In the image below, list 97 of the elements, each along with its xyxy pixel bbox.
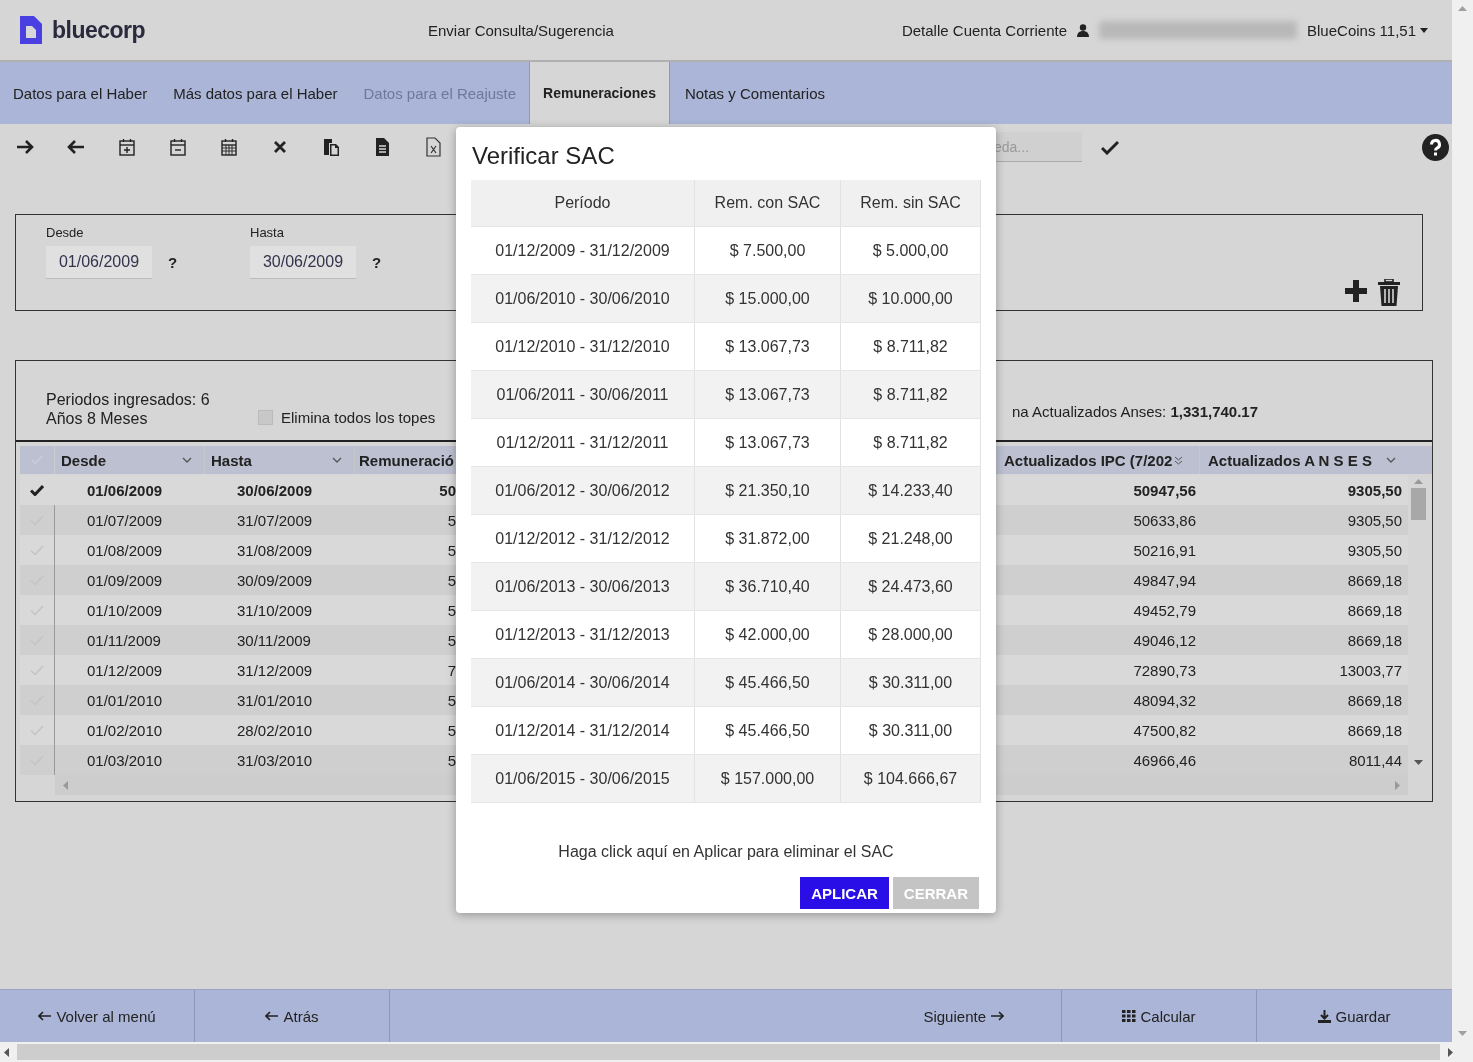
column-header: Período <box>471 180 695 227</box>
table-cell-text: 5 <box>446 571 456 589</box>
table-cell: 01/12/2009 - 31/12/2009 <box>471 226 695 275</box>
table-cell-text: 49452,79 <box>1132 601 1197 619</box>
table-cell-text: 50 <box>438 481 456 499</box>
table-cell: $ 8.711,82 <box>840 370 981 419</box>
table-cell-text: 50947,56 <box>1132 481 1197 499</box>
table-cell-text: 5 <box>446 601 456 619</box>
table-cell: $ 21.350,10 <box>694 466 841 515</box>
table-cell-text: 31/08/2009 <box>236 541 314 559</box>
table-cell-text: 9305,50 <box>1346 541 1403 559</box>
table-cell-text: 30/06/2009 <box>236 481 314 499</box>
table-cell-text: 50633,86 <box>1132 511 1197 529</box>
periods-summary: Periodos ingresados: 6 Años 8 Meses <box>46 390 211 428</box>
table-cell-text: 5 <box>446 751 456 769</box>
table-cell-text: 01/08/2009 <box>86 541 164 559</box>
column-header: Rem. sin SAC <box>840 180 981 227</box>
table-cell: 01/12/2014 - 31/12/2014 <box>471 706 695 755</box>
table-cell-text: 5 <box>446 631 456 649</box>
table-cell: $ 8.711,82 <box>840 322 981 371</box>
table-cell: 01/12/2012 - 31/12/2012 <box>471 514 695 563</box>
table-cell: $ 30.311,00 <box>840 658 981 707</box>
table-cell: $ 36.710,40 <box>694 562 841 611</box>
table-cell-text: 31/03/2010 <box>236 751 314 769</box>
brand-name: bluecorp <box>52 16 146 44</box>
table-cell-text: 01/12/2009 <box>86 661 164 679</box>
table-cell-text: 9305,50 <box>1346 481 1403 499</box>
table-cell-text: 72890,73 <box>1132 661 1197 679</box>
table-cell: $ 45.466,50 <box>694 706 841 755</box>
table-cell: 01/12/2013 - 31/12/2013 <box>471 610 695 659</box>
total-summary: na Actualizados Anses: 1,331,740.17 <box>1012 403 1259 420</box>
table-cell-text: 5 <box>446 511 456 529</box>
table-cell-text: 50216,91 <box>1132 541 1197 559</box>
table-cell: $ 13.067,73 <box>694 418 841 467</box>
table-cell: 01/06/2013 - 30/06/2013 <box>471 562 695 611</box>
table-cell-text: 48094,32 <box>1132 691 1197 709</box>
checkbox-label: Elimina todos los topes <box>281 409 436 426</box>
table-cell: $ 28.000,00 <box>840 610 981 659</box>
table-cell: $ 30.311,00 <box>840 706 981 755</box>
table-cell-text: 8669,18 <box>1346 571 1403 589</box>
table-cell: $ 104.666,67 <box>840 754 981 803</box>
table-cell: $ 15.000,00 <box>694 274 841 323</box>
table-cell-text: 31/12/2009 <box>236 661 314 679</box>
table-cell-text: 01/11/2009 <box>86 631 162 649</box>
table-cell: $ 10.000,00 <box>840 274 981 323</box>
table-cell-text: 9305,50 <box>1346 511 1403 529</box>
table-cell-text: 7 <box>446 661 456 679</box>
table-cell-text: 01/02/2010 <box>86 721 164 739</box>
table-cell-text: 30/11/2009 <box>236 631 312 649</box>
table-cell: 01/06/2011 - 30/06/2011 <box>471 370 695 419</box>
table-cell: 01/12/2011 - 31/12/2011 <box>471 418 695 467</box>
table-cell-text: 01/07/2009 <box>86 511 164 529</box>
table-cell-text: 49046,12 <box>1132 631 1197 649</box>
table-cell-text: 8669,18 <box>1346 631 1403 649</box>
table-cell-text: 01/03/2010 <box>86 751 164 769</box>
table-cell-text: 5 <box>446 691 456 709</box>
table-cell-text: 01/09/2009 <box>86 571 164 589</box>
table-cell-text: 30/09/2009 <box>236 571 314 589</box>
table-cell-text: 01/10/2009 <box>86 601 164 619</box>
table-cell: $ 31.872,00 <box>694 514 841 563</box>
table-cell: $ 8.711,82 <box>840 418 981 467</box>
table-cell: $ 157.000,00 <box>694 754 841 803</box>
table-cell: $ 13.067,73 <box>694 370 841 419</box>
table-cell: $ 13.067,73 <box>694 322 841 371</box>
table-cell-text: 47500,82 <box>1132 721 1197 739</box>
table-cell-text: 13003,77 <box>1338 661 1403 679</box>
table-cell-text: 46966,46 <box>1132 751 1197 769</box>
table-cell-text: 01/01/2010 <box>86 691 164 709</box>
table-cell: 01/06/2015 - 30/06/2015 <box>471 754 695 803</box>
table-cell-text: 49847,94 <box>1132 571 1197 589</box>
table-cell-text: 01/06/2009 <box>86 481 164 499</box>
table-cell-text: 8669,18 <box>1346 601 1403 619</box>
table-cell: 01/06/2010 - 30/06/2010 <box>471 274 695 323</box>
table-cell: $ 24.473,60 <box>840 562 981 611</box>
table-cell: $ 5.000,00 <box>840 226 981 275</box>
table-cell-text: 5 <box>446 721 456 739</box>
table-cell: 01/06/2014 - 30/06/2014 <box>471 658 695 707</box>
dialog-title: Verificar SAC <box>472 142 616 170</box>
dialog-message: Haga click aquí en Aplicar para eliminar el SAC <box>557 843 895 861</box>
column-header: Rem. con SAC <box>694 180 841 227</box>
table-cell: $ 21.248,00 <box>840 514 981 563</box>
table-cell-text: 5 <box>446 541 456 559</box>
table-cell: 01/06/2012 - 30/06/2012 <box>471 466 695 515</box>
field-label: Hasta <box>250 225 285 240</box>
table-cell-text: 28/02/2010 <box>236 721 314 739</box>
table-cell-text: 31/07/2009 <box>236 511 314 529</box>
field-label: Desde <box>46 225 85 240</box>
table-cell: $ 42.000,00 <box>694 610 841 659</box>
table-cell-text: 8669,18 <box>1346 721 1403 739</box>
table-cell-text: 31/01/2010 <box>236 691 314 709</box>
table-cell: 01/12/2010 - 31/12/2010 <box>471 322 695 371</box>
table-cell: $ 45.466,50 <box>694 658 841 707</box>
table-cell: $ 7.500,00 <box>694 226 841 275</box>
table-cell: $ 14.233,40 <box>840 466 981 515</box>
table-cell-text: 8011,44 <box>1347 751 1403 769</box>
table-cell-text: 8669,18 <box>1346 691 1403 709</box>
table-cell-text: 31/10/2009 <box>236 601 314 619</box>
